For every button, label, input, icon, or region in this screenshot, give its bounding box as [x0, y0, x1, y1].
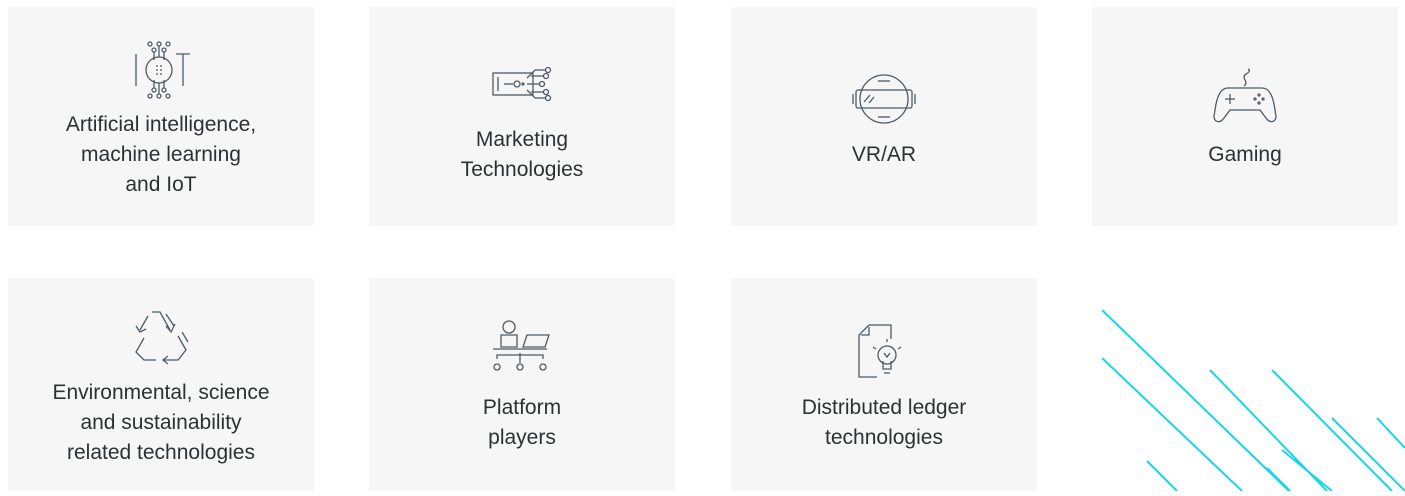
- platform-network-icon: [487, 317, 557, 387]
- card-environmental-science[interactable]: Environmental, science and sustainabilit…: [8, 278, 314, 491]
- marketing-tech-icon: [487, 49, 557, 119]
- vr-headset-icon: [849, 64, 919, 134]
- recycle-icon: [126, 302, 196, 372]
- decorative-lines: [1092, 278, 1405, 492]
- card-marketing-technologies[interactable]: Marketing Technologies: [369, 7, 675, 226]
- card-gaming[interactable]: Gaming: [1092, 7, 1398, 226]
- card-label: Distributed ledger technologies: [801, 395, 967, 449]
- card-label: Platform players: [482, 395, 562, 449]
- card-platform-players[interactable]: Platform players: [369, 278, 675, 491]
- card-distributed-ledger[interactable]: Distributed ledger technologies: [731, 278, 1037, 491]
- card-label: VR/AR: [851, 142, 917, 166]
- document-lightbulb-icon: [849, 317, 919, 387]
- gamepad-icon: [1210, 64, 1280, 134]
- card-ai-ml-iot[interactable]: Artificial intelligence, machine learnin…: [8, 7, 314, 226]
- card-label: Artificial intelligence, machine learnin…: [65, 112, 257, 196]
- card-label: Marketing Technologies: [460, 127, 584, 181]
- card-label: Environmental, science and sustainabilit…: [52, 380, 270, 464]
- card-vr-ar[interactable]: VR/AR: [731, 7, 1037, 226]
- card-label: Gaming: [1208, 142, 1282, 166]
- iot-circuit-icon: [126, 34, 196, 104]
